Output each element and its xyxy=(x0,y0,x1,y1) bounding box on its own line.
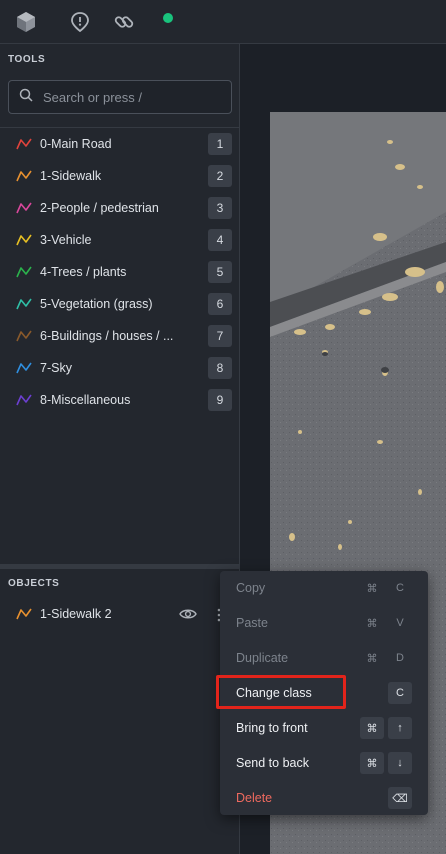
tool-item[interactable]: 4-Trees / plants 5 xyxy=(0,256,240,288)
polygon-tool-icon xyxy=(16,201,32,215)
shortcut-key: ⌘ xyxy=(360,752,384,774)
menu-item-label: Paste xyxy=(236,616,268,630)
shortcut-key: ⌫ xyxy=(388,787,412,809)
tools-section-title: TOOLS xyxy=(8,54,46,65)
tool-item[interactable]: 2-People / pedestrian 3 xyxy=(0,192,240,224)
highlight-box xyxy=(216,675,346,709)
link-icon[interactable] xyxy=(110,8,138,36)
tool-label: 1-Sidewalk xyxy=(40,169,102,183)
shortcut-key: ⌘ xyxy=(366,582,378,595)
shortcut-key: C xyxy=(388,682,412,704)
polygon-tool-icon xyxy=(16,361,32,375)
polygon-tool-icon xyxy=(16,297,32,311)
top-toolbar xyxy=(0,0,446,44)
tool-item[interactable]: 8-Miscellaneous 9 xyxy=(0,384,240,416)
polygon-tool-icon xyxy=(16,137,32,151)
tool-label: 7-Sky xyxy=(40,361,72,375)
menu-item-label: Duplicate xyxy=(236,651,289,665)
polygon-tool-icon xyxy=(16,265,32,279)
tool-shortcut-key: 9 xyxy=(208,389,232,411)
alert-marker-icon[interactable] xyxy=(66,8,94,36)
tool-item[interactable]: 0-Main Road 1 xyxy=(0,128,240,160)
tool-label: 0-Main Road xyxy=(40,137,112,151)
tool-label: 2-People / pedestrian xyxy=(40,201,159,215)
tool-shortcut-key: 1 xyxy=(208,133,232,155)
tool-shortcut-key: 7 xyxy=(208,325,232,347)
polygon-tool-icon xyxy=(16,393,32,407)
shortcut-key: ⌘ xyxy=(366,652,378,665)
cube-logo-icon[interactable] xyxy=(12,8,40,36)
object-label: 1-Sidewalk 2 xyxy=(40,607,112,621)
tool-label: 3-Vehicle xyxy=(40,233,92,247)
status-dot-icon xyxy=(163,13,173,23)
shortcut-key: D xyxy=(396,652,404,664)
tool-item[interactable]: 3-Vehicle 4 xyxy=(0,224,240,256)
menu-item-label: Bring to front xyxy=(236,721,308,735)
tool-list: 0-Main Road 1 1-Sidewalk 2 2-People / pedest… xyxy=(0,127,240,416)
menu-item-bring-to-front[interactable]: Bring to front ⌘ ↑ xyxy=(220,711,428,746)
tool-label: 4-Trees / plants xyxy=(40,265,127,279)
menu-item-copy: Copy ⌘ C xyxy=(220,571,428,606)
tool-search-input[interactable]: Search or press / xyxy=(8,80,232,114)
tool-item[interactable]: 1-Sidewalk 2 xyxy=(0,160,240,192)
shortcut-key: ⌘ xyxy=(360,717,384,739)
polygon-tool-icon xyxy=(16,169,32,183)
search-icon xyxy=(19,88,33,107)
tool-shortcut-key: 2 xyxy=(208,165,232,187)
tool-shortcut-key: 5 xyxy=(208,261,232,283)
left-sidebar: TOOLS Search or press / 0-Main Road 1 1-Si… xyxy=(0,44,240,854)
shortcut-key: ↑ xyxy=(388,717,412,739)
menu-item-send-to-back[interactable]: Send to back ⌘ ↓ xyxy=(220,746,428,781)
shortcut-key: V xyxy=(396,617,404,629)
shortcut-key: ⌘ xyxy=(366,617,378,630)
tool-shortcut-key: 4 xyxy=(208,229,232,251)
menu-item-label: Copy xyxy=(236,581,266,595)
shortcut-key: ↓ xyxy=(388,752,412,774)
search-placeholder: Search or press / xyxy=(43,89,142,105)
tool-item[interactable]: 7-Sky 8 xyxy=(0,352,240,384)
menu-item-duplicate: Duplicate ⌘ D xyxy=(220,641,428,676)
tool-item[interactable]: 5-Vegetation (grass) 6 xyxy=(0,288,240,320)
objects-section-title: OBJECTS xyxy=(8,578,60,589)
tool-label: 8-Miscellaneous xyxy=(40,393,131,407)
tool-shortcut-key: 6 xyxy=(208,293,232,315)
menu-item-paste: Paste ⌘ V xyxy=(220,606,428,641)
menu-item-delete[interactable]: Delete ⌫ xyxy=(220,781,428,816)
tool-item[interactable]: 6-Buildings / houses / ... 7 xyxy=(0,320,240,352)
tool-label: 6-Buildings / houses / ... xyxy=(40,329,174,343)
menu-item-label: Send to back xyxy=(236,756,309,770)
tool-label: 5-Vegetation (grass) xyxy=(40,297,153,311)
tool-shortcut-key: 8 xyxy=(208,357,232,379)
polygon-tool-icon xyxy=(16,607,32,626)
polygon-tool-icon xyxy=(16,329,32,343)
object-row[interactable]: 1-Sidewalk 2 xyxy=(0,599,240,629)
shortcut-key: C xyxy=(396,582,404,594)
polygon-tool-icon xyxy=(16,233,32,247)
visibility-eye-icon[interactable] xyxy=(179,607,197,626)
panel-resize-handle[interactable] xyxy=(0,564,240,569)
tool-shortcut-key: 3 xyxy=(208,197,232,219)
menu-item-label: Delete xyxy=(236,791,273,805)
